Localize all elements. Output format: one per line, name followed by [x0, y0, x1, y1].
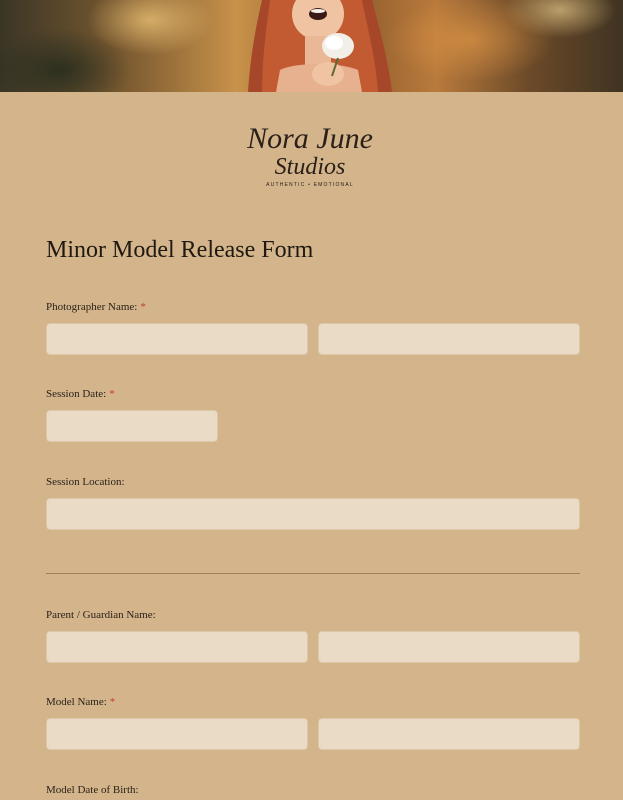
- studio-logo: Nora June Studios AUTHENTIC • EMOTIONAL: [230, 118, 390, 196]
- logo-line-2: Studios: [275, 154, 346, 180]
- photographer-last-name-input[interactable]: [318, 323, 580, 355]
- photographer-name-label: Photographer Name: *: [46, 301, 146, 313]
- logo-line-1: Nora June: [246, 122, 373, 155]
- form-title: Minor Model Release Form: [46, 237, 314, 263]
- logo-script-image: Nora June Studios: [246, 122, 373, 180]
- session-date-label-text: Session Date:: [46, 388, 107, 400]
- session-location-label: Session Location:: [46, 476, 125, 488]
- session-date-label: Session Date: *: [46, 388, 115, 400]
- model-first-name-input[interactable]: [46, 718, 308, 750]
- model-name-label-text: Model Name:: [46, 696, 107, 708]
- model-dob-label: Model Date of Birth:: [46, 784, 139, 796]
- section-divider: [46, 573, 580, 574]
- photographer-first-name-input[interactable]: [46, 323, 308, 355]
- hero-banner-image: [0, 0, 623, 92]
- session-date-input[interactable]: [46, 410, 218, 442]
- model-name-label: Model Name: *: [46, 696, 115, 708]
- required-marker: *: [140, 301, 146, 313]
- guardian-first-name-input[interactable]: [46, 631, 308, 663]
- photographer-name-label-text: Photographer Name:: [46, 301, 138, 313]
- model-last-name-input[interactable]: [318, 718, 580, 750]
- required-marker: *: [109, 696, 116, 708]
- session-location-input[interactable]: [46, 498, 580, 530]
- required-marker: *: [109, 388, 115, 400]
- hero-photo-girl-with-flower: [248, 0, 392, 92]
- logo-tagline: AUTHENTIC • EMOTIONAL: [266, 182, 354, 188]
- guardian-last-name-input[interactable]: [318, 631, 580, 663]
- guardian-name-label: Parent / Guardian Name:: [46, 609, 156, 621]
